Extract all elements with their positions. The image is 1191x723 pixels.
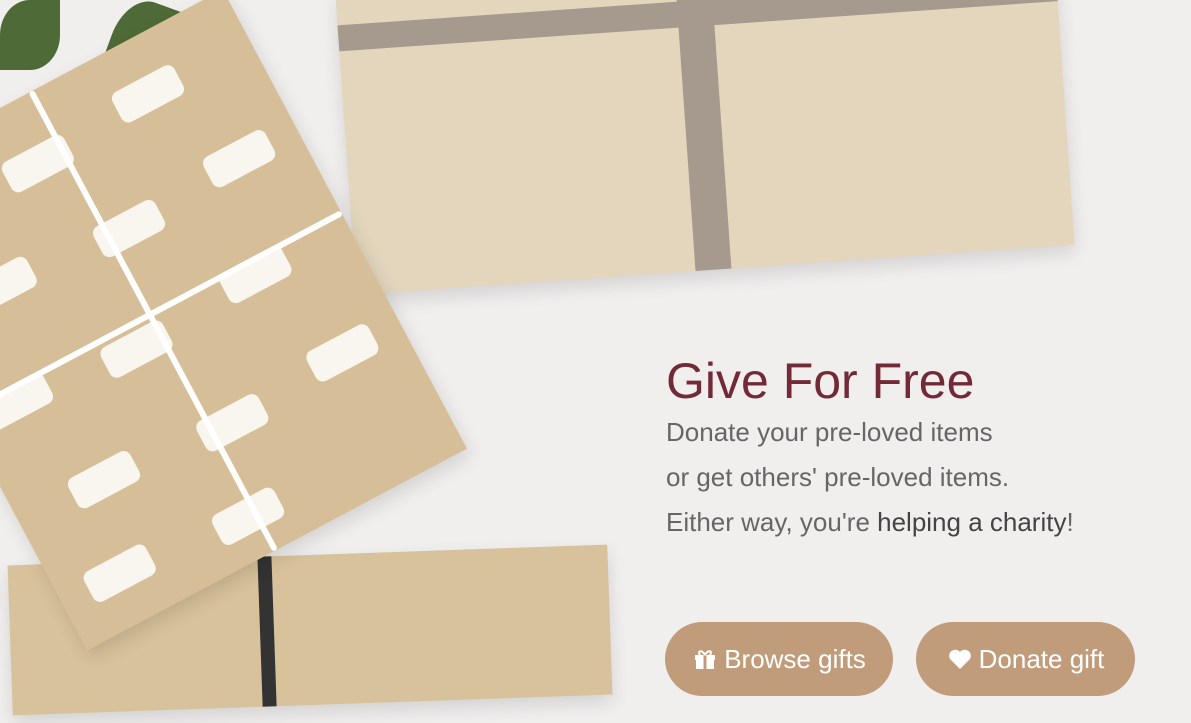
tagline-line-2: or get others' pre-loved items. (666, 462, 1010, 492)
heart-icon (948, 649, 971, 669)
tagline-line-3: Either way, you're helping a charity! (666, 500, 1074, 545)
donate-gift-button[interactable]: Donate gift (916, 622, 1135, 696)
hero-content: Give For Free Donate your pre-loved item… (666, 352, 1074, 545)
ribbon (674, 0, 732, 272)
ribbon (257, 556, 277, 707)
browse-gifts-label: Browse gifts (724, 643, 866, 674)
string (0, 210, 343, 418)
gift-icon (695, 650, 716, 669)
tagline-text: ! (1066, 507, 1074, 537)
tagline-text: Either way, you're (666, 507, 878, 537)
browse-gifts-button[interactable]: Browse gifts (665, 622, 893, 696)
leaf (0, 0, 60, 70)
tagline-emphasis: helping a charity (877, 507, 1067, 537)
donate-gift-label: Donate gift (978, 643, 1105, 674)
tagline-line-1: Donate your pre-loved items (666, 417, 993, 447)
gift-box (335, 0, 1075, 295)
page-title: Give For Free (666, 353, 975, 409)
